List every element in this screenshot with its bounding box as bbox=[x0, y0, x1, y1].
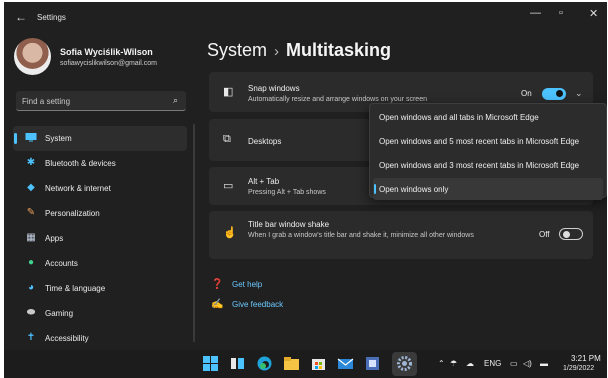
search-placeholder: Find a setting bbox=[22, 97, 71, 106]
clock-date[interactable]: 1/29/2022 bbox=[563, 365, 594, 372]
back-button[interactable]: ← bbox=[15, 10, 27, 24]
feedback-icon: ✍ bbox=[211, 299, 224, 310]
sidebar-nav: System ✱ Bluetooth & devices ◆ Network &… bbox=[13, 126, 187, 350]
breadcrumb-current: Multitasking bbox=[286, 40, 392, 60]
clock-time[interactable]: 3:21 PM bbox=[571, 354, 601, 363]
snap-toggle-state: On bbox=[521, 89, 532, 98]
accessibility-icon: ✝ bbox=[26, 332, 36, 343]
brush-icon: ✎ bbox=[26, 207, 36, 218]
snap-windows-toggle[interactable] bbox=[542, 88, 566, 100]
file-explorer-icon[interactable] bbox=[283, 355, 300, 372]
window-title: Settings bbox=[37, 13, 66, 22]
window-shake-desc: When I grab a window's title bar and sha… bbox=[248, 232, 474, 239]
search-icon: ⌕ bbox=[172, 95, 178, 105]
chevron-down-icon[interactable]: ⌄ bbox=[575, 88, 583, 99]
sidebar-item-gaming[interactable]: ⬬ Gaming bbox=[13, 301, 187, 326]
sidebar-item-system[interactable]: System bbox=[13, 126, 187, 151]
snap-layout-icon: ◧ bbox=[223, 86, 234, 98]
give-feedback-link[interactable]: Give feedback bbox=[232, 300, 283, 309]
window-shake-toggle[interactable] bbox=[559, 228, 583, 240]
volume-icon[interactable]: ◁) bbox=[523, 359, 532, 368]
sidebar-item-label: Accessibility bbox=[45, 334, 89, 343]
window-shake-title: Title bar window shake bbox=[248, 220, 330, 229]
network-icon[interactable]: ▭ bbox=[510, 359, 518, 368]
snap-windows-title: Snap windows bbox=[248, 84, 300, 93]
taskbar: ⌃ ☂ ☁ ENG ▭ ◁) ▬ 3:21 PM 1/29/2022 bbox=[4, 350, 607, 378]
dropdown-option[interactable]: Open windows and all tabs in Microsoft E… bbox=[373, 106, 603, 128]
sidebar-item-network[interactable]: ◆ Network & internet bbox=[13, 176, 187, 201]
sidebar-scrollbar[interactable] bbox=[193, 124, 195, 342]
weather-icon[interactable]: ☂ bbox=[450, 359, 457, 368]
desktops-title: Desktops bbox=[248, 137, 282, 146]
sidebar-item-apps[interactable]: ▦ Apps bbox=[13, 226, 187, 251]
alt-tab-dropdown-menu: Open windows and all tabs in Microsoft E… bbox=[369, 103, 607, 200]
alt-tab-icon: ▭ bbox=[223, 180, 234, 192]
dropdown-option-label: Open windows and all tabs in Microsoft E… bbox=[379, 113, 539, 122]
dropdown-option-selected[interactable]: Open windows only bbox=[373, 178, 603, 200]
minimize-button[interactable]: — bbox=[530, 7, 541, 19]
bluetooth-icon: ✱ bbox=[26, 157, 36, 168]
dropdown-option-label: Open windows only bbox=[379, 185, 449, 194]
get-help-link[interactable]: Get help bbox=[232, 280, 262, 289]
user-email: sofiawycislikwilson@gmail.com bbox=[60, 60, 157, 67]
sidebar-item-label: Accounts bbox=[45, 259, 78, 268]
sidebar-item-label: System bbox=[45, 134, 72, 143]
sidebar-item-label: Apps bbox=[45, 234, 64, 243]
language-indicator[interactable]: ENG bbox=[484, 359, 501, 368]
monitor-icon bbox=[24, 132, 38, 145]
sidebar-item-accounts[interactable]: ● Accounts bbox=[13, 251, 187, 276]
avatar bbox=[14, 38, 51, 75]
chevron-up-icon[interactable]: ⌃ bbox=[438, 359, 445, 368]
breadcrumb-separator: › bbox=[274, 43, 280, 60]
app-icon[interactable] bbox=[364, 355, 381, 372]
sidebar-item-accessibility[interactable]: ✝ Accessibility bbox=[13, 326, 187, 350]
settings-window: ← Settings — ▫ ✕ Sofia Wyciślik-Wilson s… bbox=[4, 2, 607, 350]
close-button[interactable]: ✕ bbox=[589, 7, 598, 20]
battery-icon[interactable]: ▬ bbox=[540, 359, 548, 368]
help-icon: ❓ bbox=[211, 279, 224, 290]
globe-clock-icon: ◕ bbox=[27, 282, 35, 293]
sidebar-item-bluetooth[interactable]: ✱ Bluetooth & devices bbox=[13, 151, 187, 176]
task-view-icon[interactable] bbox=[229, 355, 246, 372]
window-shake-card[interactable]: ☝ Title bar window shake When I grab a w… bbox=[209, 211, 593, 259]
alt-tab-title: Alt + Tab bbox=[248, 177, 280, 186]
breadcrumb-parent[interactable]: System bbox=[207, 40, 267, 60]
dropdown-option[interactable]: Open windows and 5 most recent tabs in M… bbox=[373, 130, 603, 152]
dropdown-option[interactable]: Open windows and 3 most recent tabs in M… bbox=[373, 154, 603, 176]
sidebar-item-label: Gaming bbox=[45, 309, 74, 318]
title-bar: ← Settings — ▫ ✕ bbox=[4, 2, 607, 32]
maximize-button[interactable]: ▫ bbox=[559, 7, 563, 19]
start-icon[interactable] bbox=[202, 355, 219, 372]
sidebar-item-personalization[interactable]: ✎ Personalization bbox=[13, 201, 187, 226]
sidebar-item-label: Bluetooth & devices bbox=[45, 159, 116, 168]
gamepad-icon: ⬬ bbox=[26, 307, 36, 318]
search-input[interactable]: Find a setting ⌕ bbox=[16, 91, 186, 111]
store-icon[interactable] bbox=[310, 355, 327, 372]
sidebar-item-label: Personalization bbox=[45, 209, 100, 218]
user-name: Sofia Wyciślik-Wilson bbox=[60, 47, 153, 57]
sidebar-item-label: Time & language bbox=[45, 284, 106, 293]
apps-icon: ▦ bbox=[26, 232, 36, 243]
mail-icon[interactable] bbox=[337, 355, 354, 372]
dropdown-option-label: Open windows and 3 most recent tabs in M… bbox=[379, 161, 580, 170]
edge-icon[interactable] bbox=[256, 355, 273, 372]
settings-icon[interactable] bbox=[396, 355, 413, 372]
page-title: System › Multitasking bbox=[207, 40, 391, 61]
window-shake-icon: ☝ bbox=[223, 227, 237, 239]
dropdown-option-label: Open windows and 5 most recent tabs in M… bbox=[379, 137, 580, 146]
sidebar-item-label: Network & internet bbox=[45, 184, 111, 193]
wifi-icon: ◆ bbox=[27, 182, 35, 193]
person-icon: ● bbox=[27, 257, 35, 268]
desktops-icon: ⧉ bbox=[223, 133, 231, 145]
cloud-icon[interactable]: ☁ bbox=[466, 359, 474, 368]
alt-tab-desc: Pressing Alt + Tab shows bbox=[248, 189, 326, 196]
shake-toggle-state: Off bbox=[539, 230, 550, 239]
sidebar-item-time-language[interactable]: ◕ Time & language bbox=[13, 276, 187, 301]
